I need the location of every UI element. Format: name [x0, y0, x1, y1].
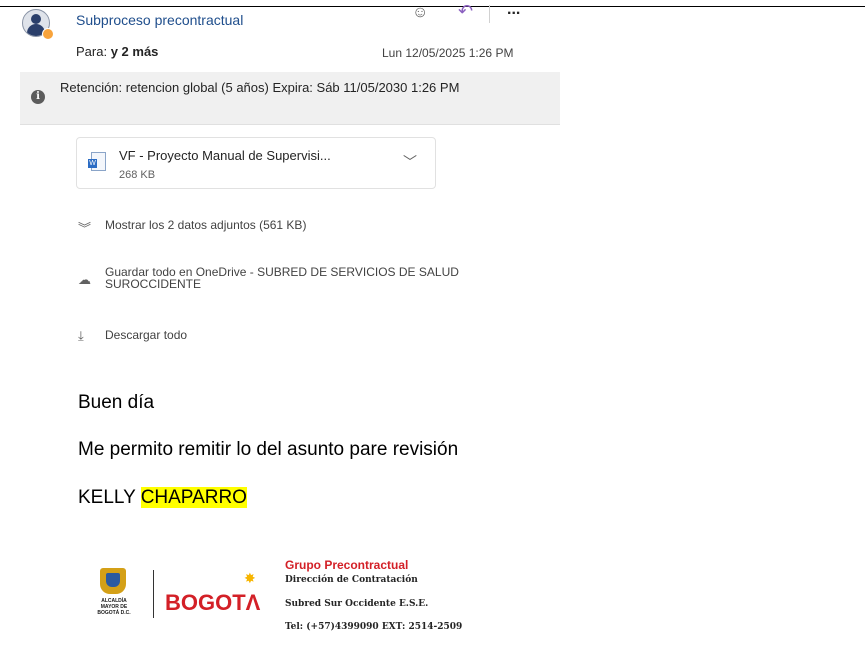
smiley-icon[interactable]: ☺ — [412, 4, 428, 22]
retention-text: Retención: retencion global (5 años) Exp… — [60, 80, 460, 95]
message-line: Me permito remitir lo del asunto pare re… — [78, 439, 459, 460]
presence-status-icon — [42, 28, 54, 40]
recipients[interactable]: Para: y 2 más — [76, 44, 158, 59]
chevron-down-icon[interactable]: ﹀ — [403, 152, 417, 172]
star-icon: ✸ — [244, 570, 256, 586]
attachment-name: VF - Proyecto Manual de Supervisi... — [119, 148, 331, 163]
signature-group: Grupo Precontractual — [285, 558, 409, 572]
to-value[interactable]: y 2 más — [111, 44, 159, 59]
file-tag-shape: W — [88, 159, 97, 168]
message-signature-name: KELLY CHAPARRO — [78, 487, 247, 509]
top-border — [0, 6, 865, 7]
reply-icon[interactable]: ↶ — [458, 1, 473, 22]
download-all-label: Descargar todo — [105, 328, 188, 342]
sign-last-name: CHAPARRO — [140, 487, 247, 508]
info-icon: i — [31, 90, 45, 104]
ellipsis-icon[interactable]: ... — [507, 1, 520, 19]
attachment-size: 268 KB — [119, 169, 156, 181]
attachment-card[interactable]: W VF - Proyecto Manual de Supervisi... 2… — [76, 137, 436, 189]
signature-line-1: Dirección de Contratación — [285, 575, 418, 585]
signature-line-3: Tel: (+57)4399090 EXT: 2514-2509 — [285, 622, 463, 632]
download-icon: ⤓ — [78, 328, 84, 343]
show-attachments-label: Mostrar los 2 datos adjuntos (561 KB) — [105, 218, 307, 232]
toolbar-divider — [489, 5, 490, 23]
sent-date: Lun 12/05/2025 1:26 PM — [382, 46, 514, 60]
message-greeting: Buen día — [78, 392, 155, 413]
avatar-head — [31, 14, 41, 24]
signature-line-2: Subred Sur Occidente E.S.E. — [285, 599, 429, 609]
coat-of-arms-icon — [100, 568, 126, 594]
cloud-icon: ☁ — [78, 272, 91, 287]
logo-divider — [153, 570, 154, 618]
email-signature: ALCALDÍA MAYOR DE BOGOTÁ D.C. BOGOTΛ ✸ G… — [92, 558, 512, 638]
email-subject: Subproceso precontractual — [76, 12, 244, 28]
retention-banner: i Retención: retencion global (5 años) E… — [20, 72, 560, 125]
save-onedrive-label: Guardar todo en OneDrive - SUBRED DE SER… — [105, 265, 459, 291]
double-chevron-down-icon: ︾ — [78, 221, 92, 236]
to-label: Para: — [76, 44, 108, 59]
shield-inner — [106, 573, 120, 587]
sign-first-name: KELLY — [78, 487, 136, 508]
bogota-logo: BOGOTΛ — [165, 590, 261, 615]
word-file-icon: W — [88, 152, 106, 172]
alcaldia-label: ALCALDÍA MAYOR DE BOGOTÁ D.C. — [97, 598, 131, 616]
